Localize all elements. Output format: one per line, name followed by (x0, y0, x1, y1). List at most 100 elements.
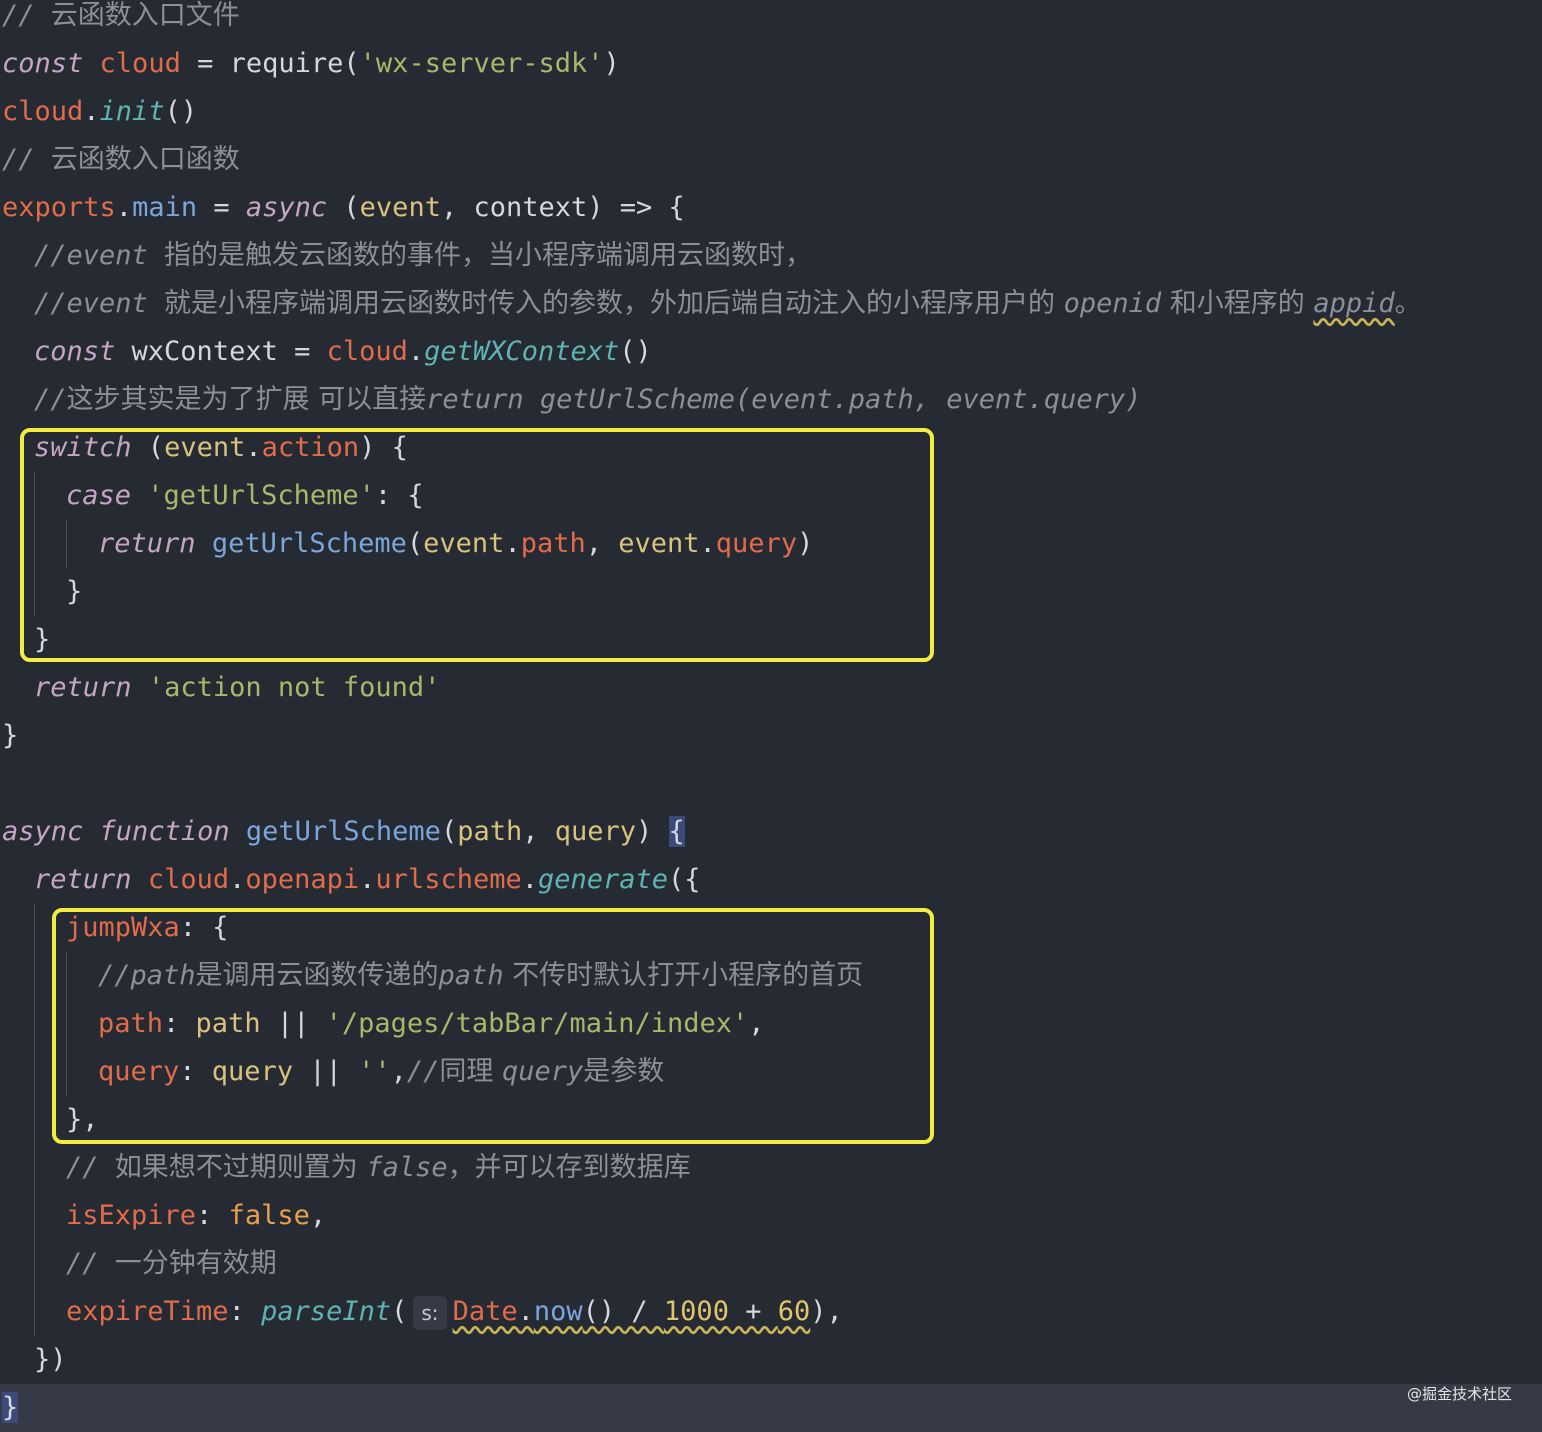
code-token: } (2, 1392, 19, 1423)
code-token: : (228, 1296, 262, 1327)
indent-guide (34, 1096, 35, 1144)
code-token: , (522, 816, 555, 847)
code-token: . (229, 864, 246, 895)
code-token: main (132, 192, 198, 223)
code-line[interactable] (0, 760, 2, 808)
code-line[interactable]: return cloud.openapi.urlscheme.generate(… (0, 856, 701, 904)
code-line[interactable]: const cloud = require('wx-server-sdk') (0, 40, 620, 88)
indent-guide (34, 1288, 35, 1336)
code-token: const (2, 48, 84, 79)
indent-guide (34, 1192, 35, 1240)
code-token: , (309, 1200, 327, 1231)
code-token: async (2, 816, 84, 847)
code-token: exports (2, 192, 116, 223)
code-token: false (366, 1152, 448, 1183)
indent-guide (34, 1048, 35, 1096)
code-token: ，并可以存到数据库 (447, 1152, 691, 1183)
code-token: . (407, 336, 425, 367)
indent-guide (34, 904, 35, 952)
code-line[interactable]: async function getUrlScheme(path, query)… (0, 808, 685, 856)
code-token: cloud (326, 336, 408, 367)
code-token: query (554, 816, 637, 847)
code-token: 指的是触发云函数的事件，当小程序端调用云函数时， (164, 240, 813, 271)
code-token: . (83, 96, 100, 127)
code-line[interactable]: } (0, 712, 18, 760)
code-token: 一分钟有效期 (114, 1248, 277, 1279)
code-token: isExpire (66, 1200, 197, 1231)
code-token: : (196, 1200, 229, 1231)
indent-guide (34, 1144, 35, 1192)
code-token: const (34, 336, 116, 367)
indent-guide (34, 952, 35, 1000)
code-token: context (473, 192, 588, 223)
code-token: generate (538, 864, 669, 895)
code-line[interactable]: }) (0, 1336, 67, 1384)
code-line[interactable]: //这步其实是为了扩展 可以直接return getUrlScheme(even… (0, 376, 1141, 424)
code-token: getWXContext (424, 336, 620, 367)
code-token: appid (1313, 288, 1395, 319)
indent-guide (34, 1240, 35, 1288)
code-token: = (180, 48, 230, 79)
code-token: () / (582, 1296, 664, 1327)
code-token: parseInt (261, 1296, 392, 1327)
code-editor[interactable]: // 云函数入口文件 const cloud = require('wx-serv… (0, 0, 1542, 1432)
code-token: return (34, 864, 132, 895)
code-token: 'action not found' (147, 672, 441, 703)
code-token: ), (810, 1296, 843, 1327)
code-line[interactable]: const wxContext = cloud.getWXContext() (0, 328, 652, 376)
code-line[interactable]: exports.main = async (event, context) =>… (0, 184, 685, 232)
code-line[interactable]: return 'action not found' (0, 664, 440, 712)
code-token: Date (452, 1296, 518, 1327)
code-token: openid (1063, 288, 1162, 319)
code-token: function (99, 816, 230, 847)
code-line[interactable]: //event 就是小程序端调用云函数时传入的参数，外加后端自动注入的小程序用户… (0, 280, 1422, 328)
code-token: //event (34, 288, 165, 319)
code-line[interactable]: cloud.init() (0, 88, 197, 136)
highlight-box-switch (20, 428, 934, 662)
code-token: ) => { (587, 192, 685, 223)
code-line[interactable]: // 一分钟有效期 (0, 1240, 277, 1288)
code-token: () (619, 336, 652, 367)
code-token: urlscheme (375, 864, 522, 895)
code-token: cloud (2, 96, 84, 127)
code-token: return (34, 672, 132, 703)
code-line[interactable]: //event 指的是触发云函数的事件，当小程序端调用云函数时， (0, 232, 812, 280)
code-token: init (99, 96, 165, 127)
code-token: . (359, 864, 376, 895)
code-line[interactable]: isExpire: false, (0, 1192, 326, 1240)
code-token: 1000 (663, 1296, 729, 1327)
code-token: require (229, 48, 344, 79)
code-token: // (34, 384, 67, 415)
code-token: 这步其实是为了扩展 可以直接 (66, 384, 427, 415)
code-token: . (517, 1296, 534, 1327)
code-token: . (521, 864, 538, 895)
code-line[interactable]: } (0, 1384, 1542, 1432)
code-token: ) (603, 48, 620, 79)
indent-guide (34, 1000, 35, 1048)
code-token: ({ (668, 864, 701, 895)
code-line[interactable]: // 云函数入口文件 (0, 0, 240, 40)
code-token: ( (440, 816, 458, 847)
code-token: 'wx-server-sdk' (359, 48, 604, 79)
code-token: //event (34, 240, 165, 271)
watermark: @掘金技术社区 (1406, 1385, 1512, 1403)
code-token: 就是小程序端调用云函数时传入的参数，外加后端自动注入的小程序用户的 (164, 288, 1064, 319)
code-token: 和小程序的 (1161, 288, 1314, 319)
code-line[interactable]: // 如果想不过期则置为 false，并可以存到数据库 (0, 1144, 691, 1192)
code-token: , (440, 192, 474, 223)
code-token: // (2, 0, 51, 31)
code-token: 云函数入口文件 (50, 0, 240, 31)
code-token: event (359, 192, 441, 223)
code-line[interactable]: expireTime: parseInt(s: Date.now() / 1000… (0, 1288, 843, 1336)
code-token: () (164, 96, 198, 127)
code-token: false (228, 1200, 310, 1231)
code-token: getUrlScheme (245, 816, 441, 847)
code-token: // (2, 144, 51, 175)
code-line[interactable]: // 云函数入口函数 (0, 136, 240, 184)
code-token: }) (34, 1344, 67, 1375)
code-token: ( (327, 192, 360, 223)
